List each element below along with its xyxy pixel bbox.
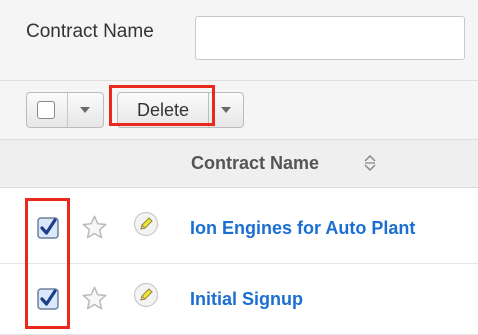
pencil-icon[interactable] <box>133 282 159 308</box>
column-header-contract-name[interactable]: Contract Name <box>191 153 319 174</box>
contract-name-label: Contract Name <box>26 21 154 42</box>
table-row: Ion Engines for Auto Plant <box>0 195 478 264</box>
checkbox-empty-icon[interactable] <box>37 101 55 119</box>
chevron-down-icon <box>221 107 231 113</box>
table-row: Initial Signup <box>0 266 478 335</box>
sort-icon[interactable] <box>363 154 377 172</box>
table-header: Contract Name <box>0 140 478 188</box>
star-outline-icon[interactable] <box>81 285 108 312</box>
pencil-icon[interactable] <box>133 211 159 237</box>
contract-name-link[interactable]: Initial Signup <box>190 289 303 310</box>
search-panel: Contract Name <box>0 0 478 81</box>
contract-name-search-input[interactable] <box>195 16 465 60</box>
chevron-down-icon[interactable] <box>80 107 90 113</box>
actions-toolbar: Delete <box>0 81 478 140</box>
checkbox-highlight-box <box>25 198 70 329</box>
contract-name-link[interactable]: Ion Engines for Auto Plant <box>190 218 415 239</box>
delete-highlight-box <box>109 85 215 126</box>
select-all-dropdown[interactable] <box>26 92 104 128</box>
button-divider <box>67 93 68 127</box>
star-outline-icon[interactable] <box>81 214 108 241</box>
